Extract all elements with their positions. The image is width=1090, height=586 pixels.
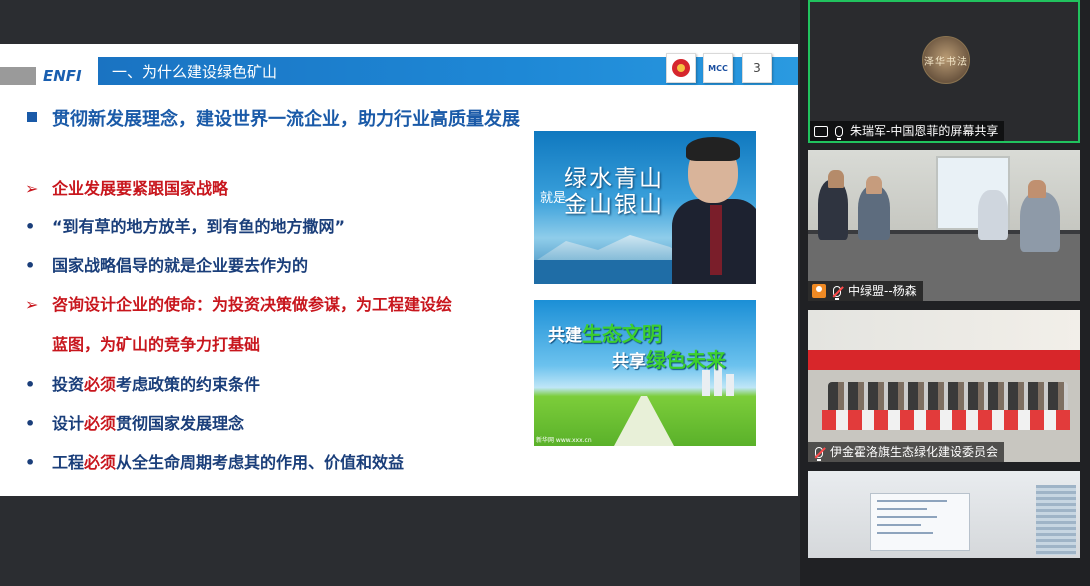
bullet-text: 工程必须从全生命周期考虑其的作用、价值和效益 <box>52 453 405 472</box>
square-bullet-icon <box>27 112 37 122</box>
eco-caption-line2: 共享绿色未来 <box>612 348 726 372</box>
dot-bullet-icon: • <box>25 256 36 275</box>
participant-tile-1[interactable]: 泽华书法 朱瑞军-中国恩菲的屏幕共享 <box>808 0 1080 143</box>
bullet-text: 蓝图，为矿山的竞争力打基础 <box>52 335 261 354</box>
participant-name-tag: 中绿盟--杨森 <box>808 281 923 301</box>
eco-caption-line1: 共建生态文明 <box>548 322 662 346</box>
image-caption-line2: 金山银山 <box>564 192 664 218</box>
presentation-slide: ENFI 一、为什么建设绿色矿山 MCC 3 贯彻新发展理念，建设世界一流企业，… <box>0 44 798 496</box>
dot-bullet-icon: • <box>25 375 36 394</box>
bullet-text: “到有草的地方放羊，到有鱼的地方撒网” <box>52 217 346 236</box>
mcc-badge: MCC <box>703 53 733 83</box>
page-number: 3 <box>742 53 772 83</box>
dot-bullet-icon: • <box>25 414 36 433</box>
seal-icon <box>672 59 690 77</box>
user-icon <box>812 284 826 298</box>
bullet-text: 国家战略倡导的就是企业要去作为的 <box>52 256 309 275</box>
microphone-muted-icon <box>815 446 823 461</box>
image-footer: 新华网 www.xxx.cn <box>536 437 592 444</box>
mcc-logo: MCC <box>708 63 728 73</box>
participant-tile-4[interactable] <box>808 471 1080 558</box>
bullet-text: 企业发展要紧跟国家战略 <box>52 179 229 198</box>
image-caption-small: 就是 <box>540 191 567 206</box>
bullet-text: 设计必须贯彻国家发展理念 <box>52 414 245 433</box>
speaker-portrait <box>672 137 756 284</box>
slide-heading-text: 贯彻新发展理念，建设世界一流企业，助力行业高质量发展 <box>52 109 520 130</box>
participant-name: 朱瑞军-中国恩菲的屏幕共享 <box>850 124 999 138</box>
bullet-text: 咨询设计企业的使命：为投资决策做参谋，为工程建设绘 <box>52 295 453 314</box>
participant-name: 中绿盟--杨森 <box>848 284 917 298</box>
screen-share-icon <box>814 125 828 137</box>
arrow-bullet-icon: ➢ <box>25 295 39 314</box>
bullet-text: 投资必须考虑政策的约束条件 <box>52 375 261 394</box>
slogan-image-ecological: 共建生态文明 共享绿色未来 新华网 www.xxx.cn <box>534 300 756 446</box>
microphone-icon <box>835 125 843 140</box>
screen-share-area: ENFI 一、为什么建设绿色矿山 MCC 3 贯彻新发展理念，建设世界一流企业，… <box>0 0 800 586</box>
participant-name: 伊金霍洛旗生态绿化建设委员会 <box>830 445 999 459</box>
participant-name-tag: 伊金霍洛旗生态绿化建设委员会 <box>808 442 1005 462</box>
header-gray-block <box>0 67 36 85</box>
participant-tile-2[interactable]: 中绿盟--杨森 <box>808 150 1080 301</box>
slide-section-title: 一、为什么建设绿色矿山 <box>112 63 278 81</box>
dot-bullet-icon: • <box>25 453 36 472</box>
arrow-bullet-icon: ➢ <box>25 179 39 198</box>
avatar: 泽华书法 <box>922 36 970 84</box>
participant-name-tag: 朱瑞军-中国恩菲的屏幕共享 <box>810 121 1005 141</box>
slogan-image-green-mountains: 绿水青山 就是 金山银山 <box>534 131 756 284</box>
seal-badge <box>666 53 696 83</box>
dot-bullet-icon: • <box>25 217 36 236</box>
microphone-muted-icon <box>833 285 841 300</box>
participant-tile-3[interactable]: 伊金霍洛旗生态绿化建设委员会 <box>808 310 1080 462</box>
projected-screen <box>870 493 970 551</box>
enfi-logo: ENFI <box>43 67 82 85</box>
